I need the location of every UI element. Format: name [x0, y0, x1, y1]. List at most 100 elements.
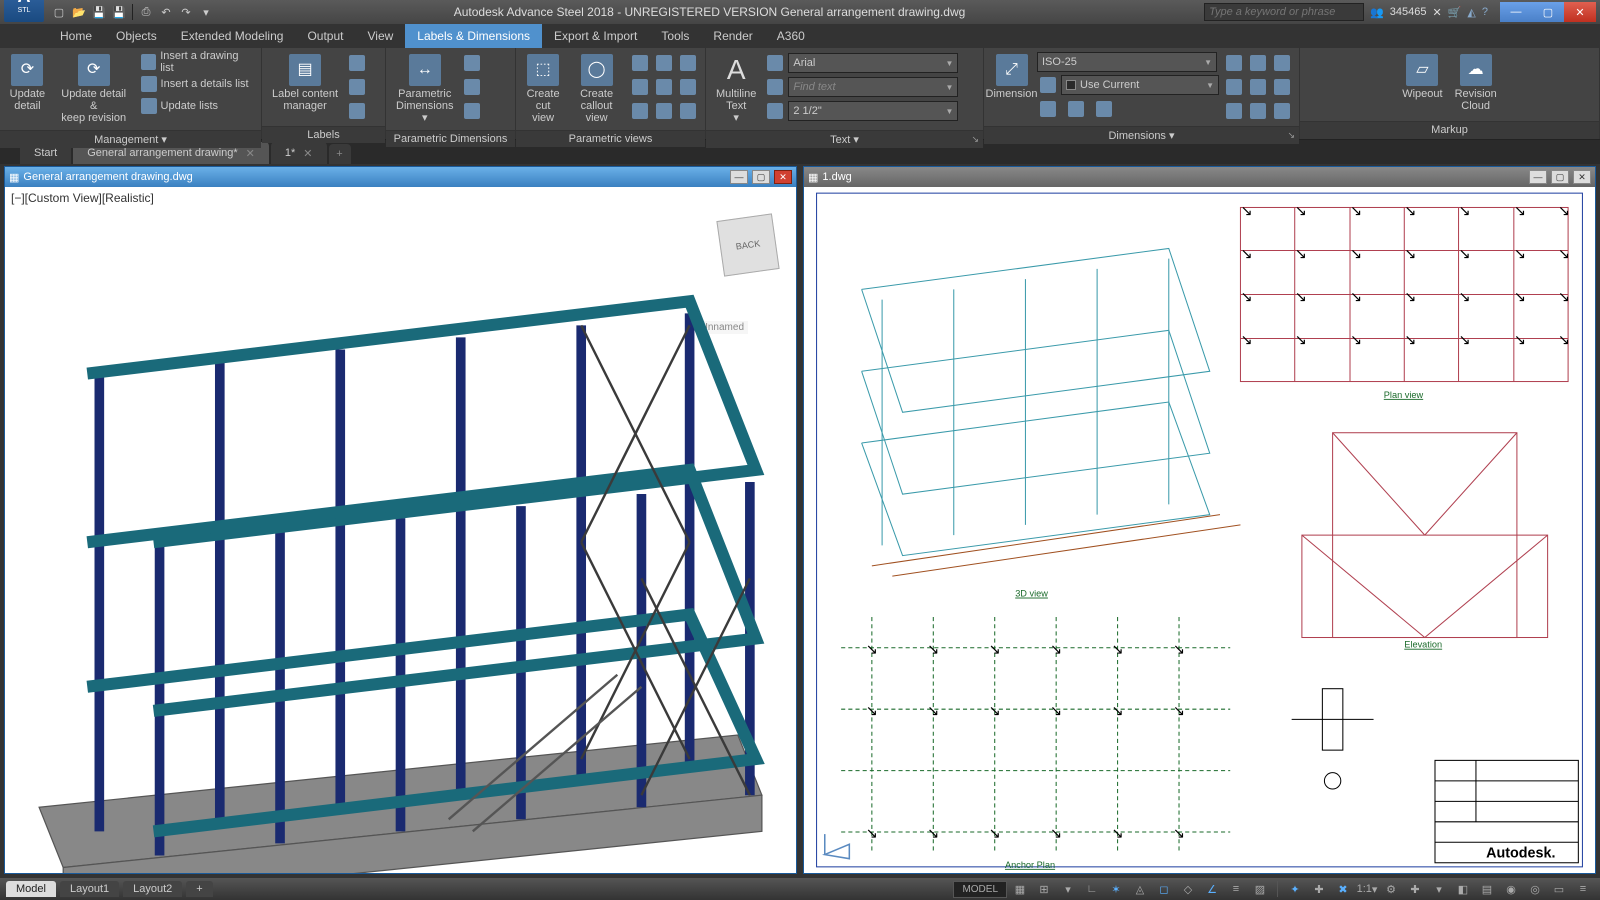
docwin-maximize[interactable]: ▢ — [1551, 170, 1569, 184]
model-viewport-3d[interactable]: [−][Custom View][Realistic] BACK Unnamed — [5, 187, 796, 873]
dim-tool-9[interactable] — [1271, 100, 1293, 122]
layout-tab-layout1[interactable]: Layout1 — [60, 881, 119, 897]
label-tool-2[interactable] — [346, 76, 368, 98]
quickprops-icon[interactable]: ▤ — [1476, 880, 1498, 898]
multiline-text-button[interactable]: AMultiline Text ▾ — [712, 52, 760, 126]
font-combo[interactable]: Arial — [788, 53, 958, 73]
dim-tool-5[interactable] — [1247, 76, 1269, 98]
tab-labels-dimensions[interactable]: Labels & Dimensions — [405, 24, 542, 48]
gizmo-icon[interactable]: ✚ — [1308, 880, 1330, 898]
app-logo[interactable]: A STL — [4, 0, 44, 22]
tab-view[interactable]: View — [355, 24, 405, 48]
param-tool-1[interactable] — [461, 52, 483, 74]
view-tool-1[interactable] — [629, 52, 651, 74]
tab-a360[interactable]: A360 — [765, 24, 817, 48]
label-tool-3[interactable] — [346, 100, 368, 122]
add-tab-button[interactable]: + — [329, 144, 351, 164]
tab-export-import[interactable]: Export & Import — [542, 24, 649, 48]
create-callout-view-button[interactable]: ◯Create callout view — [568, 52, 625, 126]
isoplane-icon[interactable]: ◬ — [1129, 880, 1151, 898]
polar-icon[interactable]: ✶ — [1105, 880, 1127, 898]
text-style-icon[interactable] — [764, 52, 786, 74]
cleanscreen-icon[interactable]: ▭ — [1548, 880, 1570, 898]
dim-tool-6[interactable] — [1271, 76, 1293, 98]
view-tool-3[interactable] — [677, 52, 699, 74]
tab-home[interactable]: Home — [48, 24, 104, 48]
docwin-minimize[interactable]: — — [730, 170, 748, 184]
close-button[interactable]: ✕ — [1564, 2, 1596, 22]
docwin-maximize[interactable]: ▢ — [752, 170, 770, 184]
dim-tool-4[interactable] — [1223, 76, 1245, 98]
dim-layer-icon[interactable] — [1037, 74, 1059, 96]
close-icon[interactable]: ✕ — [246, 147, 255, 160]
hardware-accel-icon[interactable]: ◉ — [1500, 880, 1522, 898]
revision-cloud-button[interactable]: ☁Revision Cloud — [1451, 52, 1501, 114]
ortho-icon[interactable]: ∟ — [1081, 880, 1103, 898]
insert-details-list-button[interactable]: Insert a details list — [139, 74, 255, 94]
close-icon[interactable]: ✕ — [303, 147, 312, 160]
label-tool-1[interactable] — [346, 52, 368, 74]
view-tool-5[interactable] — [653, 76, 675, 98]
dim-tool-1[interactable] — [1223, 52, 1245, 74]
autodesk-icon[interactable]: ◭ — [1467, 6, 1475, 19]
param-tool-3[interactable] — [461, 100, 483, 122]
otrack-icon[interactable]: ∠ — [1201, 880, 1223, 898]
maximize-button[interactable]: ▢ — [1532, 2, 1564, 22]
view-tool-9[interactable] — [677, 100, 699, 122]
layout-tab-add[interactable]: + — [186, 881, 212, 897]
cart-icon[interactable]: 🛒 — [1448, 6, 1462, 19]
text-size-combo[interactable]: 2 1/2" — [788, 101, 958, 121]
model-space-badge[interactable]: MODEL — [953, 881, 1007, 898]
dim-style-combo[interactable]: ISO-25 — [1037, 52, 1217, 72]
wipeout-button[interactable]: ▱Wipeout — [1398, 52, 1446, 102]
minimize-button[interactable]: — — [1500, 2, 1532, 22]
angular-dim-icon[interactable] — [1093, 98, 1115, 120]
docwin-close[interactable]: ✕ — [774, 170, 792, 184]
docwin-minimize[interactable]: — — [1529, 170, 1547, 184]
help-icon[interactable]: ? — [1482, 6, 1488, 18]
tab-extended-modeling[interactable]: Extended Modeling — [169, 24, 296, 48]
dim-tool-8[interactable] — [1247, 100, 1269, 122]
tab-output[interactable]: Output — [295, 24, 355, 48]
save-icon[interactable]: 💾 — [90, 3, 108, 21]
help-search-input[interactable] — [1204, 3, 1364, 21]
panel-expand-icon[interactable]: ↘ — [971, 134, 979, 145]
label-content-manager-button[interactable]: ▤Label content manager — [268, 52, 342, 114]
docwin-titlebar[interactable]: ▦ 1.dwg — ▢ ✕ — [804, 167, 1595, 187]
param-tool-2[interactable] — [461, 76, 483, 98]
signin-icon[interactable]: 👥 — [1370, 6, 1384, 19]
dim-tool-3[interactable] — [1271, 52, 1293, 74]
filter-icon[interactable]: ✖ — [1332, 880, 1354, 898]
units-icon[interactable]: ◧ — [1452, 880, 1474, 898]
drawing-sheet-viewport[interactable]: 3D view ↘↘↘↘↘↘↘ ↘↘↘↘↘↘↘ ↘↘↘↘↘↘↘ ↘↘↘↘↘↘↘ — [804, 187, 1595, 873]
isolate-icon[interactable]: ◎ — [1524, 880, 1546, 898]
create-cut-view-button[interactable]: ⬚Create cut view — [522, 52, 564, 126]
aligned-dim-icon[interactable] — [1065, 98, 1087, 120]
customize-icon[interactable]: ≡ — [1572, 880, 1594, 898]
view-tool-2[interactable] — [653, 52, 675, 74]
exchange-icon[interactable]: ✕ — [1432, 6, 1441, 19]
anno-vis-icon[interactable]: ✚ — [1404, 880, 1426, 898]
tab-render[interactable]: Render — [701, 24, 764, 48]
find-icon[interactable] — [764, 76, 786, 98]
doctab-1[interactable]: 1*✕ — [271, 142, 327, 164]
redo-icon[interactable]: ↷ — [177, 3, 195, 21]
qat-dropdown-icon[interactable]: ▾ — [197, 3, 215, 21]
transparency-icon[interactable]: ▨ — [1249, 880, 1271, 898]
grid-icon[interactable]: ▦ — [1009, 880, 1031, 898]
docwin-close[interactable]: ✕ — [1573, 170, 1591, 184]
docwin-titlebar[interactable]: ▦ General arrangement drawing.dwg — ▢ ✕ — [5, 167, 796, 187]
tab-tools[interactable]: Tools — [649, 24, 701, 48]
parametric-dimensions-button[interactable]: ↔Parametric Dimensions ▾ — [392, 52, 457, 126]
update-lists-button[interactable]: Update lists — [139, 96, 255, 116]
panel-expand-icon[interactable]: ↘ — [1287, 130, 1295, 141]
workspace-icon[interactable]: ▾ — [1428, 880, 1450, 898]
view-tool-7[interactable] — [629, 100, 651, 122]
dropdown-icon[interactable]: ▾ — [1057, 880, 1079, 898]
insert-drawing-list-button[interactable]: Insert a drawing list — [139, 52, 255, 72]
dimension-button[interactable]: ⤢Dimension — [990, 52, 1033, 102]
view-tool-6[interactable] — [677, 76, 699, 98]
layout-tab-layout2[interactable]: Layout2 — [123, 881, 182, 897]
dim-tool-2[interactable] — [1247, 52, 1269, 74]
use-current-combo[interactable]: Use Current — [1061, 75, 1219, 95]
